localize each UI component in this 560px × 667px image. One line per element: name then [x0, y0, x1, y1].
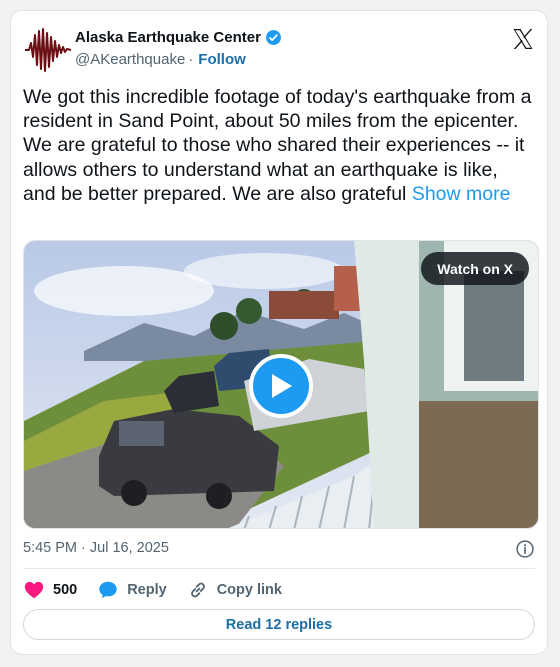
info-icon[interactable]: [515, 539, 535, 559]
reply-label: Reply: [127, 582, 167, 598]
show-more-link[interactable]: Show more: [412, 183, 511, 205]
reply-button[interactable]: Reply: [97, 579, 167, 601]
heart-icon: [24, 581, 44, 599]
tweet-timestamp[interactable]: 5:45 PM · Jul 16, 2025: [23, 540, 169, 556]
tweet-text: We got this incredible footage of today'…: [23, 85, 535, 206]
link-icon: [190, 582, 205, 598]
play-icon: [272, 374, 292, 398]
copy-link-label: Copy link: [216, 582, 282, 598]
author-name-row[interactable]: Alaska Earthquake Center: [75, 29, 282, 46]
like-count: 500: [53, 582, 78, 598]
author-handle-row: @AKearthquake · Follow: [75, 51, 246, 68]
author-handle[interactable]: @AKearthquake: [75, 51, 185, 68]
x-logo-icon[interactable]: [511, 27, 535, 51]
seismograph-icon[interactable]: [23, 25, 73, 75]
separator: ·: [188, 51, 194, 68]
author-name[interactable]: Alaska Earthquake Center: [75, 29, 261, 46]
follow-button[interactable]: Follow: [198, 51, 246, 68]
reply-bubble-icon: [99, 581, 117, 599]
read-replies-button[interactable]: Read 12 replies: [23, 609, 535, 640]
copy-link-button[interactable]: Copy link: [187, 579, 282, 601]
tweet-card: Alaska Earthquake Center @AKearthquake ·…: [10, 10, 548, 655]
divider: [23, 568, 535, 569]
play-button[interactable]: [249, 354, 313, 418]
like-button[interactable]: 500: [23, 579, 77, 601]
action-bar: 500 Reply Copy link: [23, 577, 302, 603]
video-player[interactable]: Watch on X: [23, 240, 539, 529]
verified-badge-icon: [265, 30, 281, 45]
watch-on-x-button[interactable]: Watch on X: [421, 252, 529, 285]
